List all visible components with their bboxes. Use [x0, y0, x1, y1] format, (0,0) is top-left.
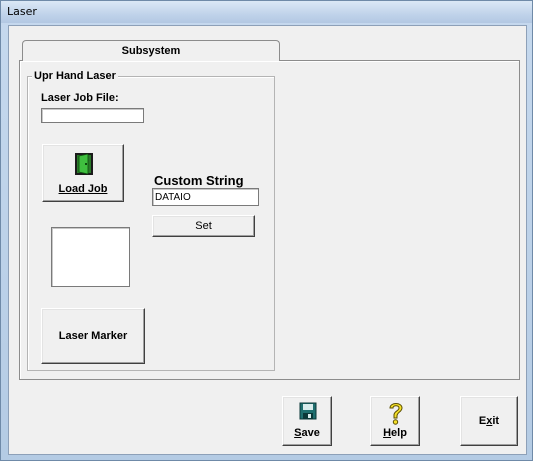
laser-marker-button[interactable]: Laser Marker	[41, 308, 145, 364]
tab-subsystem[interactable]: Subsystem	[22, 40, 280, 61]
upr-hand-laser-group: Upr Hand Laser Laser Job File: Load Job …	[27, 70, 275, 371]
question-mark-icon	[389, 403, 403, 425]
save-label: Save	[283, 427, 331, 439]
laser-preview-box	[51, 227, 130, 287]
load-job-button[interactable]: Load Job	[42, 144, 124, 202]
set-label: Set	[195, 220, 212, 232]
help-mnemonic: H	[383, 427, 392, 439]
floppy-disk-icon	[299, 402, 317, 420]
group-title: Upr Hand Laser	[32, 70, 118, 82]
laser-job-file-label: Laser Job File:	[41, 92, 119, 104]
help-label: Help	[371, 427, 419, 439]
custom-string-label: Custom String	[154, 173, 244, 188]
laser-job-file-input[interactable]	[41, 108, 144, 123]
window-title: Laser	[7, 5, 37, 18]
save-label-rest: ave	[301, 427, 320, 439]
load-job-label: Load Job	[58, 183, 108, 195]
laser-marker-label: Laser Marker	[58, 330, 128, 342]
tab-subsystem-label: Subsystem	[121, 45, 181, 57]
subsystem-tab-panel: Upr Hand Laser Laser Job File: Load Job …	[19, 60, 520, 380]
window-client-area: Subsystem Upr Hand Laser Laser Job File:…	[8, 25, 527, 455]
title-bar[interactable]: Laser	[1, 1, 532, 23]
help-label-rest: elp	[391, 427, 407, 439]
save-button[interactable]: Save	[282, 396, 332, 446]
exit-label: Exit	[461, 415, 517, 427]
custom-string-input[interactable]: DATAIO	[152, 188, 259, 206]
door-open-icon	[75, 153, 93, 175]
set-button[interactable]: Set	[152, 215, 255, 237]
exit-label-rest: it	[492, 415, 500, 427]
laser-window: Laser Subsystem Upr Hand Laser Laser Job…	[0, 0, 533, 461]
help-button[interactable]: Help	[370, 396, 420, 446]
exit-button[interactable]: Exit	[460, 396, 518, 446]
